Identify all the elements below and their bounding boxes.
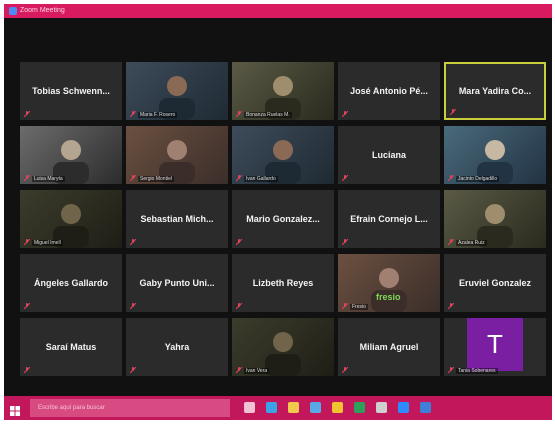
participant-name: Lizbeth Reyes [252,278,314,288]
participant-tile[interactable]: Ivan Gallardo [232,126,334,184]
mic-muted-icon [342,367,348,373]
participant-name: Sebastian Mich... [140,214,214,224]
mic-muted-icon [130,303,136,309]
mic-muted-icon [24,367,30,373]
participant-name: Miliam Agruel [359,342,419,352]
participant-tile[interactable]: Luciana [338,126,440,184]
participant-tile[interactable]: Miguel Imell [20,190,122,248]
mic-muted-icon [236,239,242,245]
mic-muted-icon [448,239,454,245]
participant-name: Mara Yadira Co... [458,86,532,96]
participant-name: Sergio Montiel [138,176,174,182]
mic-muted-icon [236,303,242,309]
participant-name: Tania Sobenares [456,368,498,374]
participant-name: Fresio [350,304,368,310]
participant-tile[interactable]: Efrain Cornejo L... [338,190,440,248]
participant-name: Efrain Cornejo L... [350,214,428,224]
participant-name: Azalea Ruiz [456,240,487,246]
mic-muted-icon [24,175,30,181]
mic-muted-icon [236,111,242,117]
participant-tile[interactable]: Maria F. Rosero [126,62,228,120]
participant-tile[interactable]: Gaby Punto Uni... [126,254,228,312]
participant-name: Luciana [371,150,406,160]
participant-tile[interactable]: Bonanza Ruelas M. [232,62,334,120]
mic-muted-icon [24,239,30,245]
gallery-view: Tobias Schwenn... Maria F. Rosero Bonanza … [4,18,552,396]
mic-muted-icon [130,239,136,245]
zoom-window: Zoom Meeting Tobias Schwenn... Maria F. R… [4,4,552,420]
participant-name: Ivan Gallardo [244,176,278,182]
participant-tile[interactable]: Sergio Montiel [126,126,228,184]
window-title: Zoom Meeting [20,7,65,14]
mail-icon[interactable] [420,402,431,413]
calculator-icon[interactable] [376,402,387,413]
participant-tile[interactable]: Ivan Vera [232,318,334,376]
participant-tile[interactable]: Saraí Matus [20,318,122,376]
avatar-letter: T [467,318,523,372]
windows-taskbar: Escribe aquí para buscar [4,396,552,420]
mic-muted-icon [450,109,456,115]
explorer-icon[interactable] [288,402,299,413]
participant-name: José Antonio Pé... [350,86,428,96]
mic-muted-icon [24,111,30,117]
taskbar-search-box[interactable]: Escribe aquí para buscar [30,399,230,417]
participant-tile[interactable]: José Antonio Pé... [338,62,440,120]
mic-muted-icon [342,111,348,117]
windows-start-icon[interactable] [10,403,20,416]
participant-tile[interactable]: Ángeles Gallardo [20,254,122,312]
shirt-logo-text: fresio [376,292,401,302]
participant-tile[interactable]: Jacinto Delgadillo [444,126,546,184]
participant-tile[interactable]: Sebastian Mich... [126,190,228,248]
mic-muted-icon [342,175,348,181]
mic-muted-icon [236,175,242,181]
participant-tile[interactable]: Eruviel Gonzalez [444,254,546,312]
participant-tile[interactable]: Miliam Agruel [338,318,440,376]
task-view-icon[interactable] [244,402,255,413]
search-placeholder: Escribe aquí para buscar [38,405,105,411]
mic-muted-icon [448,367,454,373]
participant-name: Gaby Punto Uni... [139,278,215,288]
participant-name: Ivan Vera [244,368,270,374]
mic-muted-icon [130,111,136,117]
participant-name: Miguel Imell [32,240,63,246]
zoom-icon[interactable] [398,402,409,413]
participant-tile[interactable]: Mara Yadira Co... [444,62,546,120]
participant-name: Bonanza Ruelas M. [244,112,292,118]
mic-muted-icon [130,175,136,181]
store-icon[interactable] [310,402,321,413]
mic-muted-icon [342,303,348,309]
mic-muted-icon [342,239,348,245]
participant-name: Maria F. Rosero [138,112,178,118]
title-bar: Zoom Meeting [4,4,552,18]
participant-name: Mario Gonzalez... [246,214,320,224]
participant-name: Tobias Schwenn... [32,86,110,96]
mic-muted-icon [24,303,30,309]
participant-name: Saraí Matus [45,342,97,352]
mic-muted-icon [130,367,136,373]
chrome-icon[interactable] [332,402,343,413]
edge-icon[interactable] [266,402,277,413]
participant-tile[interactable]: Tobias Schwenn... [20,62,122,120]
participant-tile[interactable]: Mario Gonzalez... [232,190,334,248]
participant-tile[interactable]: T Tania Sobenares [444,318,546,376]
participant-tile[interactable]: fresio Fresio [338,254,440,312]
excel-icon[interactable] [354,402,365,413]
mic-muted-icon [236,367,242,373]
mic-muted-icon [448,303,454,309]
mic-muted-icon [448,175,454,181]
participant-name: Eruviel Gonzalez [458,278,532,288]
participant-tile[interactable]: Lizbeth Reyes [232,254,334,312]
participant-tile[interactable]: Luisa Maryta [20,126,122,184]
zoom-app-icon [9,7,17,15]
participant-tile[interactable]: Yahra [126,318,228,376]
participant-name: Yahra [164,342,190,352]
participant-name: Jacinto Delgadillo [456,176,500,182]
participant-name: Luisa Maryta [32,176,65,182]
participant-tile[interactable]: Azalea Ruiz [444,190,546,248]
participant-name: Ángeles Gallardo [33,278,109,288]
